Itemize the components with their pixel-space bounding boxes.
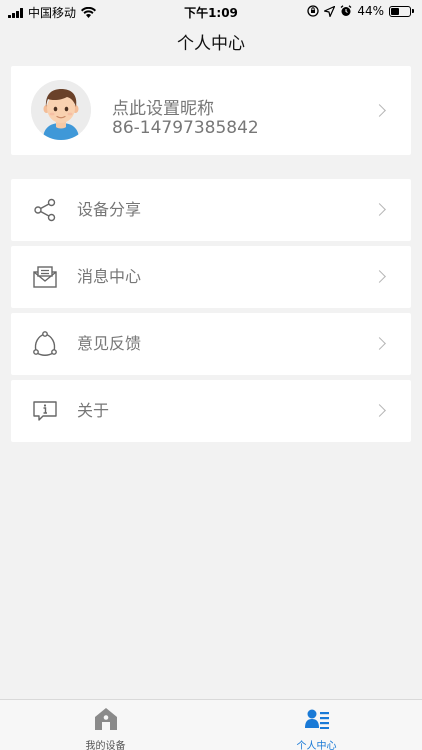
location-icon — [324, 5, 336, 17]
menu-label: 意见反馈 — [77, 334, 142, 353]
status-right: 44% — [307, 4, 414, 18]
battery-fill — [391, 7, 399, 15]
menu-item-message-center[interactable]: 消息中心 — [11, 246, 411, 308]
menu-label: 消息中心 — [77, 267, 142, 286]
profile-card[interactable]: 点此设置昵称 86-14797385842 — [11, 66, 411, 155]
menu-label: 关于 — [77, 401, 110, 420]
menu-item-feedback[interactable]: 意见反馈 — [11, 313, 411, 375]
tab-bar: 我的设备 个人中心 — [0, 699, 422, 750]
alarm-icon — [340, 5, 352, 16]
info-icon — [33, 401, 57, 421]
message-icon — [33, 266, 57, 288]
page-title: 个人中心 — [177, 34, 245, 54]
chevron-right-icon — [373, 104, 386, 117]
chevron-right-icon — [373, 270, 386, 283]
status-bar: 中国移动 下午1:09 44% — [0, 0, 422, 22]
menu-item-device-share[interactable]: 设备分享 — [11, 179, 411, 241]
nickname-label[interactable]: 点此设置昵称 — [112, 94, 214, 119]
chevron-right-icon — [373, 337, 386, 350]
battery-percent: 44% — [357, 4, 384, 18]
menu-label: 设备分享 — [77, 200, 142, 219]
tab-label: 我的设备 — [85, 741, 126, 750]
phone-number: 86-14797385842 — [112, 118, 259, 138]
screen-rotation-lock-icon — [307, 5, 319, 17]
share-icon — [34, 198, 56, 222]
boy-avatar-icon — [31, 80, 91, 140]
home-icon — [95, 708, 117, 730]
battery-icon — [389, 5, 414, 17]
menu-item-about[interactable]: 关于 — [11, 380, 411, 442]
feedback-icon — [33, 331, 57, 356]
tab-my-devices[interactable]: 我的设备 — [0, 700, 211, 750]
chevron-right-icon — [373, 404, 386, 417]
chevron-right-icon — [373, 203, 386, 216]
user-list-icon — [305, 709, 329, 729]
tab-label: 个人中心 — [296, 741, 337, 750]
avatar[interactable] — [31, 80, 91, 140]
tab-personal-center[interactable]: 个人中心 — [211, 700, 422, 750]
